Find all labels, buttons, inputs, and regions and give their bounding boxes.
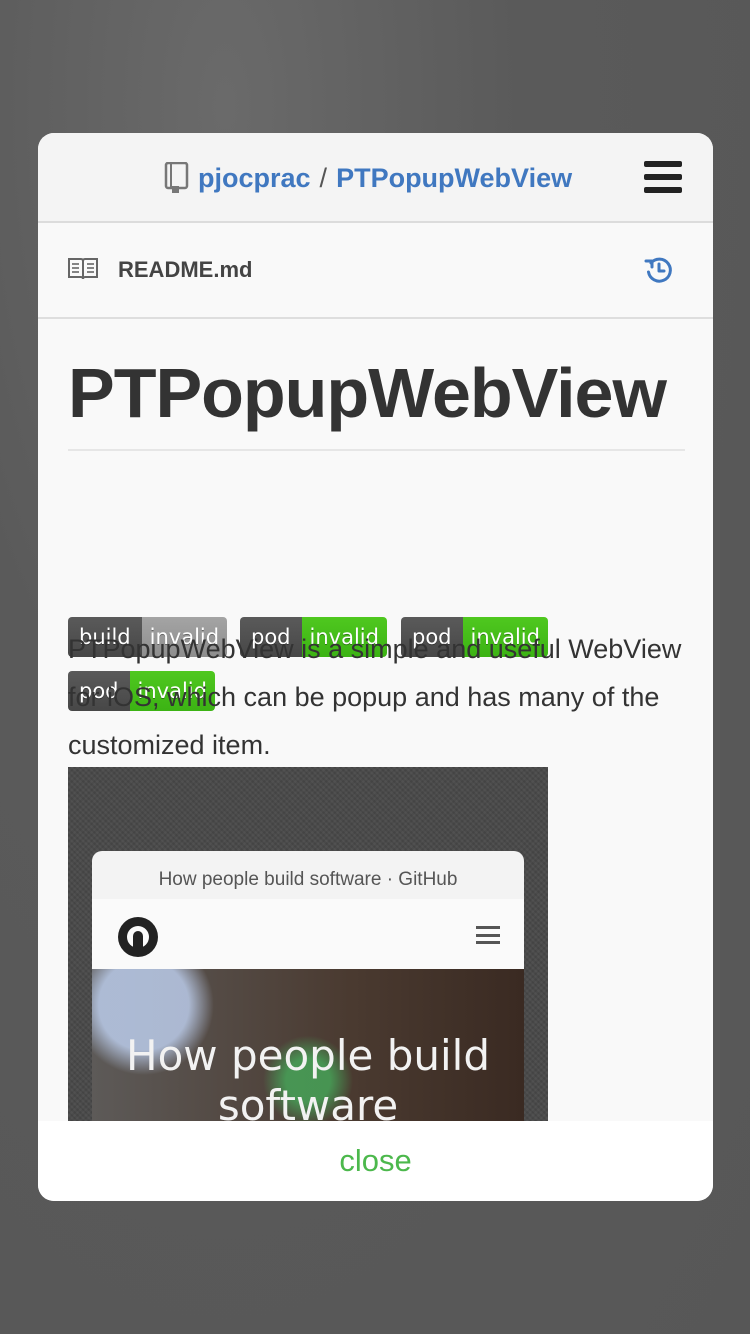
demo-screenshot-image: How people build software · GitHub How p… [68,767,548,1127]
heading-divider [68,449,685,451]
repo-header: pjocprac / PTPopupWebView [38,133,713,223]
demo-navbar [92,899,524,969]
demo-hero-text: How people build software [126,1031,490,1127]
readme-file-header: README.md [38,223,713,319]
close-button[interactable]: close [38,1121,713,1201]
demo-menu-icon [476,926,500,944]
demo-popup-card: How people build software · GitHub How p… [92,851,524,1127]
repo-owner-link[interactable]: pjocprac [198,163,311,194]
repo-breadcrumb: pjocprac / PTPopupWebView [164,161,572,195]
github-logo-icon [118,917,158,957]
menu-icon[interactable] [644,161,682,193]
description-paragraph: PTPopupWebView is a simple and useful We… [68,634,682,760]
book-icon [68,258,98,280]
repo-icon [164,162,189,193]
demo-page-title: How people build software · GitHub [158,869,458,890]
readme-filename: README.md [118,257,253,282]
breadcrumb-separator: / [319,162,328,193]
demo-hero: How people build software [92,969,524,1127]
repo-name-link[interactable]: PTPopupWebView [336,163,572,194]
popup-footer: close [38,1121,713,1201]
page-title: PTPopupWebView [68,354,667,432]
history-icon[interactable] [644,255,674,285]
popup-webview: pjocprac / PTPopupWebView README.md PTPo… [38,133,713,1201]
